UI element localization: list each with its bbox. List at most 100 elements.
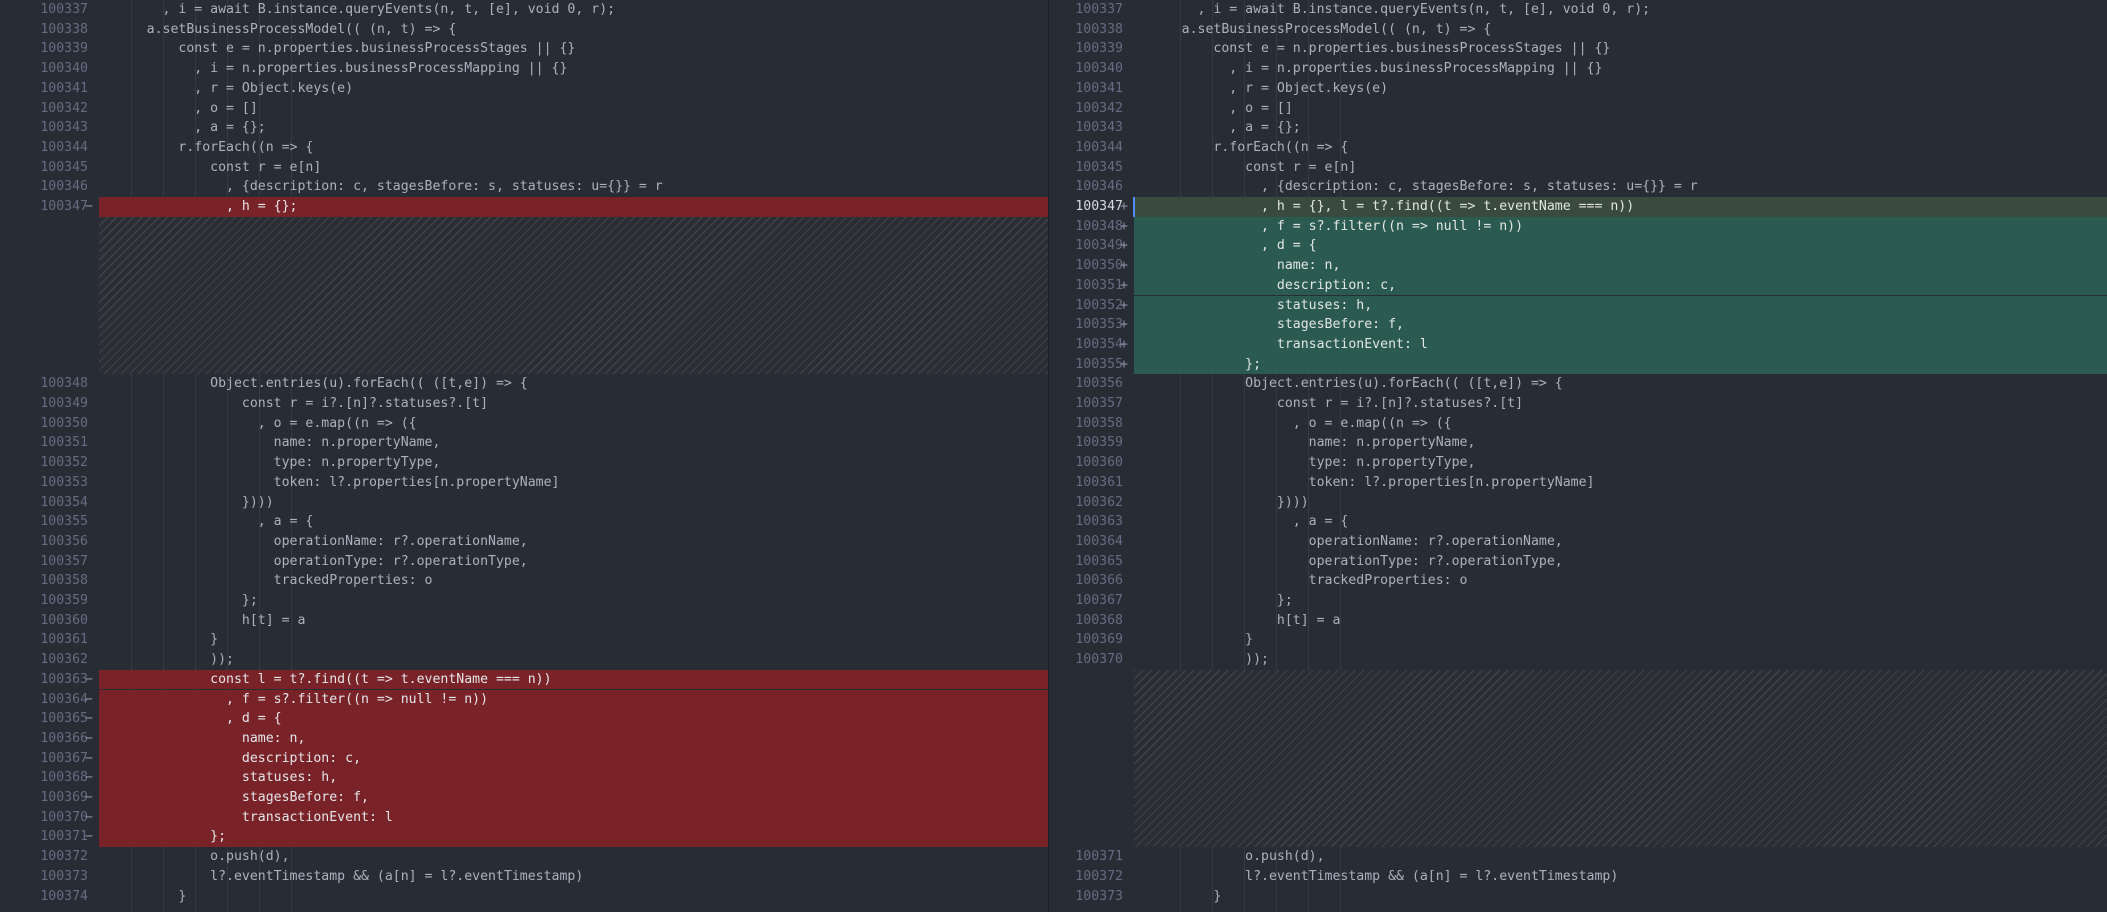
code-line[interactable]: o.push(d), bbox=[1134, 847, 2107, 867]
code-line[interactable]: } bbox=[1134, 630, 2107, 650]
deleted-code-line[interactable]: }; bbox=[99, 827, 1048, 848]
deleted-code-line[interactable]: transactionEvent: l bbox=[99, 807, 1048, 828]
code-line[interactable]: h[t] = a bbox=[99, 611, 1048, 631]
code-line[interactable]: trackedProperties: o bbox=[1134, 571, 2107, 591]
code-line[interactable]: , o = [] bbox=[99, 99, 1048, 119]
code-line[interactable]: trackedProperties: o bbox=[99, 571, 1048, 591]
code-line[interactable]: , o = e.map((n => ({ bbox=[1134, 414, 2107, 434]
code-line[interactable]: operationType: r?.operationType, bbox=[1134, 552, 2107, 572]
code-line[interactable]: a.setBusinessProcessModel(( (n, t) => { bbox=[1134, 20, 2107, 40]
code-line[interactable]: }))) bbox=[99, 493, 1048, 513]
added-code-line[interactable]: , h = {}, l = t?.find((t => t.eventName … bbox=[1134, 197, 2107, 217]
code-line[interactable]: token: l?.properties[n.propertyName] bbox=[1134, 473, 2107, 493]
code-line[interactable]: o.push(d), bbox=[99, 847, 1048, 867]
right-code-area[interactable]: , i = await B.instance.queryEvents(n, t,… bbox=[1133, 0, 2107, 912]
code-line[interactable]: Object.entries(u).forEach(( ([t,e]) => { bbox=[99, 374, 1048, 394]
code-line[interactable]: }))) bbox=[1134, 493, 2107, 513]
code-line-text: const e = n.properties.businessProcessSt… bbox=[99, 41, 576, 57]
line-number: 100349 bbox=[40, 396, 88, 411]
code-line[interactable]: , i = await B.instance.queryEvents(n, t,… bbox=[1134, 0, 2107, 20]
code-line[interactable]: , a = { bbox=[1134, 512, 2107, 532]
code-line[interactable]: name: n.propertyName, bbox=[99, 433, 1048, 453]
code-line[interactable]: )); bbox=[99, 650, 1048, 670]
deleted-code-line[interactable]: , h = {}; bbox=[99, 197, 1048, 217]
code-line-text: , a = {}; bbox=[1134, 120, 1301, 136]
code-line[interactable]: token: l?.properties[n.propertyName] bbox=[99, 473, 1048, 493]
code-line[interactable]: const r = i?.[n]?.statuses?.[t] bbox=[1134, 394, 2107, 414]
code-line[interactable]: a.setBusinessProcessModel(( (n, t) => { bbox=[99, 20, 1048, 40]
code-line[interactable]: , a = { bbox=[99, 512, 1048, 532]
added-code-line[interactable]: name: n, bbox=[1134, 256, 2107, 276]
added-code-line[interactable]: description: c, bbox=[1134, 275, 2107, 296]
deleted-code-line[interactable]: description: c, bbox=[99, 748, 1048, 769]
code-line[interactable]: } bbox=[1134, 887, 2107, 907]
deleted-code-line[interactable]: name: n, bbox=[99, 728, 1048, 749]
code-line[interactable]: , o = [] bbox=[1134, 99, 2107, 119]
code-line[interactable]: }; bbox=[99, 591, 1048, 611]
code-line-text: stagesBefore: f, bbox=[1134, 317, 1404, 333]
deleted-code-line[interactable]: stagesBefore: f, bbox=[99, 788, 1048, 808]
code-line-text: , {description: c, stagesBefore: s, stat… bbox=[99, 179, 663, 195]
code-line[interactable]: , a = {}; bbox=[1134, 118, 2107, 138]
code-line-text: , i = n.properties.businessProcessMappin… bbox=[99, 61, 568, 77]
code-line[interactable]: , {description: c, stagesBefore: s, stat… bbox=[1134, 177, 2107, 197]
left-code-area[interactable]: , i = await B.instance.queryEvents(n, t,… bbox=[99, 0, 1048, 912]
code-line[interactable]: const r = i?.[n]?.statuses?.[t] bbox=[99, 394, 1048, 414]
code-line-text: operationType: r?.operationType, bbox=[99, 553, 528, 569]
code-line[interactable]: , r = Object.keys(e) bbox=[99, 79, 1048, 99]
left-diff-pane[interactable]: 100337 100338 100339 100340 100341 100342 1003… bbox=[0, 0, 1049, 912]
line-number: 100371 bbox=[40, 829, 88, 845]
line-number: 100339 bbox=[1075, 41, 1123, 57]
code-line[interactable]: type: n.propertyType, bbox=[1134, 453, 2107, 473]
code-line-text: type: n.propertyType, bbox=[1134, 455, 1476, 471]
line-number: 100369 bbox=[1075, 632, 1123, 648]
code-line[interactable]: name: n.propertyName, bbox=[1134, 433, 2107, 453]
code-line[interactable]: h[t] = a bbox=[1134, 611, 2107, 631]
code-line[interactable]: , r = Object.keys(e) bbox=[1134, 79, 2107, 99]
code-line[interactable]: r.forEach((n => { bbox=[99, 138, 1048, 158]
code-line[interactable]: operationType: r?.operationType, bbox=[99, 552, 1048, 572]
code-line[interactable]: const r = e[n] bbox=[1134, 158, 2107, 178]
line-number: 100356 bbox=[1075, 376, 1123, 392]
code-line[interactable]: operationName: r?.operationName, bbox=[1134, 532, 2107, 552]
code-line[interactable]: , i = n.properties.businessProcessMappin… bbox=[99, 59, 1048, 79]
code-line[interactable]: Object.entries(u).forEach(( ([t,e]) => { bbox=[1134, 374, 2107, 394]
code-line[interactable]: , o = e.map((n => ({ bbox=[99, 414, 1048, 434]
code-line-text: h[t] = a bbox=[1134, 612, 1341, 628]
added-code-line[interactable]: transactionEvent: l bbox=[1134, 334, 2107, 355]
code-line-text: , {description: c, stagesBefore: s, stat… bbox=[1134, 179, 1698, 195]
deleted-code-line[interactable]: , d = { bbox=[99, 709, 1048, 729]
code-line[interactable]: const e = n.properties.businessProcessSt… bbox=[1134, 39, 2107, 59]
code-line[interactable]: } bbox=[99, 887, 1048, 907]
deleted-code-line[interactable]: , f = s?.filter((n => null != n)) bbox=[99, 689, 1048, 710]
code-line[interactable]: operationName: r?.operationName, bbox=[99, 532, 1048, 552]
code-line[interactable]: , {description: c, stagesBefore: s, stat… bbox=[99, 177, 1048, 197]
code-line[interactable]: const e = n.properties.businessProcessSt… bbox=[99, 39, 1048, 59]
line-number: 100360 bbox=[40, 612, 88, 628]
code-line[interactable]: } bbox=[99, 630, 1048, 650]
code-line-text: transactionEvent: l bbox=[1134, 336, 1428, 352]
code-line[interactable]: l?.eventTimestamp && (a[n] = l?.eventTim… bbox=[1134, 867, 2107, 887]
added-code-line[interactable]: }; bbox=[1134, 354, 2107, 375]
code-line[interactable]: l?.eventTimestamp && (a[n] = l?.eventTim… bbox=[99, 867, 1048, 887]
added-code-line[interactable]: stagesBefore: f, bbox=[1134, 315, 2107, 335]
code-line[interactable]: r.forEach((n => { bbox=[1134, 138, 2107, 158]
code-line[interactable]: type: n.propertyType, bbox=[99, 453, 1048, 473]
added-code-line[interactable]: statuses: h, bbox=[1134, 295, 2107, 316]
code-line[interactable]: , a = {}; bbox=[99, 118, 1048, 138]
added-code-line[interactable]: , f = s?.filter((n => null != n)) bbox=[1134, 216, 2107, 237]
code-line[interactable]: , i = await B.instance.queryEvents(n, t,… bbox=[99, 0, 1048, 20]
line-number: 100370 bbox=[1075, 652, 1123, 668]
deleted-code-line[interactable]: const l = t?.find((t => t.eventName === … bbox=[99, 669, 1048, 690]
code-line[interactable]: const r = e[n] bbox=[99, 158, 1048, 178]
added-code-line[interactable]: , d = { bbox=[1134, 236, 2107, 257]
right-diff-pane[interactable]: 100337 100338 100339 100340 100341 100342 1003… bbox=[1049, 0, 2107, 912]
line-number: 100342 bbox=[1075, 100, 1123, 116]
deleted-code-line[interactable]: statuses: h, bbox=[99, 768, 1048, 788]
code-line[interactable]: )); bbox=[1134, 650, 2107, 670]
line-number: 100349 bbox=[1075, 238, 1123, 254]
code-line[interactable]: }; bbox=[1134, 591, 2107, 611]
code-line-text: r.forEach((n => { bbox=[99, 139, 314, 155]
code-line[interactable]: , i = n.properties.businessProcessMappin… bbox=[1134, 59, 2107, 79]
line-number: 100371 bbox=[1075, 849, 1123, 865]
